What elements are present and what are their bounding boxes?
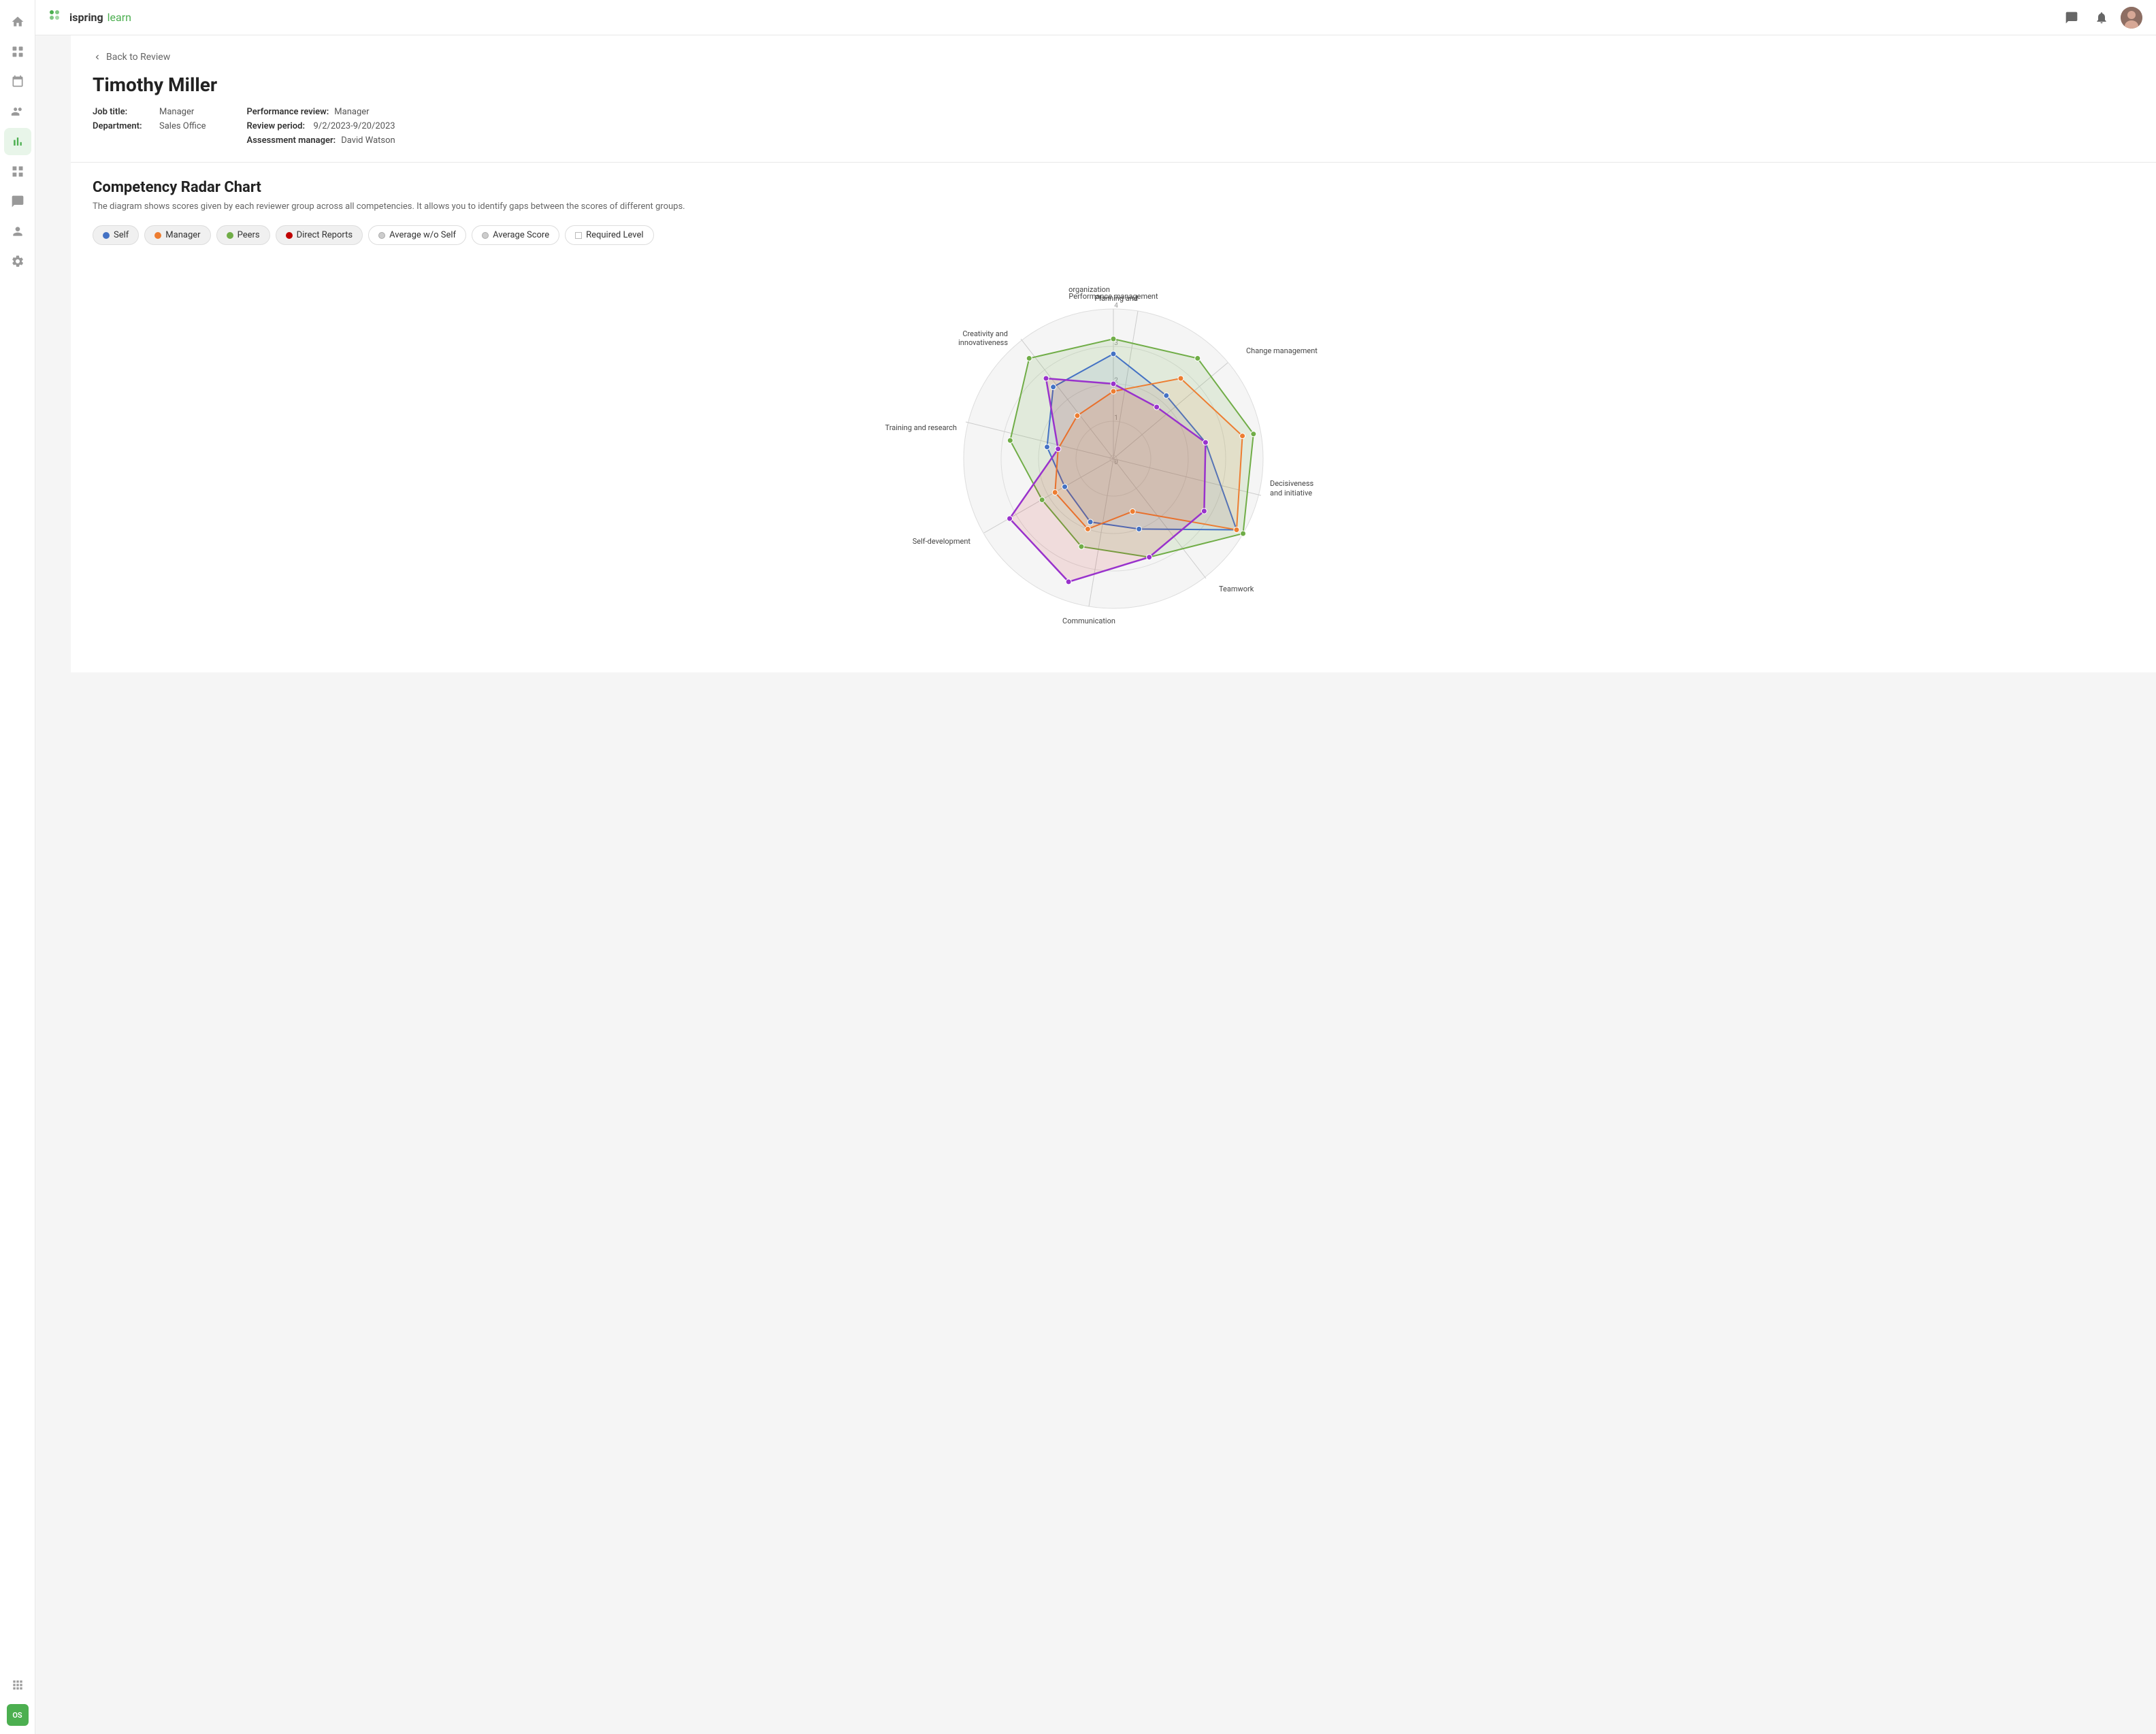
required-level-label: Required Level [586, 230, 643, 240]
legend-required-level[interactable]: Required Level [565, 225, 653, 245]
self-label: Self [114, 230, 129, 240]
radar-chart-container: 4 3 2 1 0 Performance management [93, 261, 2134, 656]
sidebar-user-avatar[interactable]: OS [7, 1704, 29, 1726]
svg-text:and initiative: and initiative [1270, 489, 1312, 497]
bell-button[interactable] [2091, 7, 2112, 29]
sidebar-item-team[interactable] [4, 218, 31, 245]
sidebar-item-apps[interactable] [4, 1671, 31, 1699]
topbar-right [2061, 7, 2142, 29]
ispring-logo-icon [49, 10, 65, 26]
sidebar-bottom: OS [4, 1671, 31, 1726]
back-arrow-icon [93, 52, 102, 62]
performance-review-value: Manager [334, 107, 369, 117]
manager-label: Manager [165, 230, 200, 240]
sidebar-item-home[interactable] [4, 8, 31, 35]
department-row: Department: Sales Office [93, 121, 206, 131]
svg-text:Teamwork: Teamwork [1219, 585, 1254, 593]
legend-direct-reports[interactable]: Direct Reports [276, 225, 363, 245]
legend-avg-wo-self[interactable]: Average w/o Self [368, 225, 466, 245]
legend-manager[interactable]: Manager [144, 225, 210, 245]
legend-self[interactable]: Self [93, 225, 139, 245]
svg-text:innovativeness: innovativeness [958, 338, 1008, 347]
department-label: Department: [93, 121, 154, 131]
review-period-label: Review period: [247, 121, 308, 131]
chat-button[interactable] [2061, 7, 2082, 29]
performance-review-row: Performance review: Manager [247, 107, 395, 117]
direct-reports-label: Direct Reports [297, 230, 353, 240]
assessment-manager-value: David Watson [341, 135, 395, 146]
svg-text:organization: organization [1068, 285, 1110, 294]
legend-row: Self Manager Peers Direct Reports Averag… [93, 225, 2134, 245]
app-name: ispring [69, 11, 103, 24]
assessment-manager-label: Assessment manager: [247, 135, 336, 146]
svg-text:Decisiveness: Decisiveness [1270, 479, 1314, 488]
avg-score-dot [482, 232, 489, 239]
user-avatar-image [2121, 7, 2142, 29]
chart-description: The diagram shows scores given by each r… [93, 201, 2134, 212]
chart-title: Competency Radar Chart [93, 179, 2134, 196]
sidebar-item-analytics[interactable] [4, 128, 31, 155]
detail-group-left: Job title: Manager Department: Sales Off… [93, 107, 206, 146]
review-period-row: Review period: 9/2/2023-9/20/2023 [247, 121, 395, 131]
sidebar-item-reports[interactable] [4, 38, 31, 65]
radar-chart: 4 3 2 1 0 Performance management [882, 261, 1345, 656]
peers-dot [227, 232, 233, 239]
direct-reports-dot [286, 232, 293, 239]
bell-icon [2095, 11, 2108, 24]
svg-text:Self-development: Self-development [913, 537, 971, 546]
sidebar-item-users[interactable] [4, 98, 31, 125]
sidebar-item-settings[interactable] [4, 248, 31, 275]
app-name-colored: learn [108, 11, 131, 24]
job-title-label: Job title: [93, 107, 154, 117]
sidebar-item-comments[interactable] [4, 188, 31, 215]
svg-text:Creativity and: Creativity and [962, 329, 1008, 338]
department-value: Sales Office [159, 121, 206, 131]
svg-text:Training and research: Training and research [885, 423, 957, 432]
performance-review-label: Performance review: [247, 107, 329, 117]
app-logo: ispring learn [49, 10, 131, 26]
sidebar: OS [0, 0, 35, 1734]
avg-wo-self-dot [378, 232, 385, 239]
back-navigation[interactable]: Back to Review [93, 52, 2134, 63]
profile-name: Timothy Miller [93, 73, 2134, 96]
detail-group-right: Performance review: Manager Review perio… [247, 107, 395, 146]
svg-text:4: 4 [1114, 302, 1118, 310]
sidebar-item-grid[interactable] [4, 158, 31, 185]
profile-details: Job title: Manager Department: Sales Off… [93, 107, 2134, 146]
chat-icon [2065, 11, 2078, 24]
back-nav-label: Back to Review [106, 52, 170, 63]
assessment-manager-row: Assessment manager: David Watson [247, 135, 395, 146]
sidebar-item-calendar[interactable] [4, 68, 31, 95]
topbar: ispring learn [35, 0, 2156, 35]
avg-score-label: Average Score [493, 230, 549, 240]
job-title-row: Job title: Manager [93, 107, 206, 117]
svg-text:Communication: Communication [1062, 617, 1115, 625]
self-dot [103, 232, 110, 239]
avg-wo-self-label: Average w/o Self [389, 230, 456, 240]
job-title-value: Manager [159, 107, 194, 117]
section-divider [71, 162, 2156, 163]
required-level-square [575, 232, 582, 239]
user-avatar[interactable] [2121, 7, 2142, 29]
review-period-value: 9/2/2023-9/20/2023 [314, 121, 395, 131]
main-content: Back to Review Timothy Miller Job title:… [71, 35, 2156, 1734]
svg-text:Change management: Change management [1246, 346, 1318, 355]
svg-text:Planning and: Planning and [1094, 294, 1138, 303]
legend-peers[interactable]: Peers [216, 225, 270, 245]
manager-dot [154, 232, 161, 239]
peers-label: Peers [238, 230, 260, 240]
legend-avg-score[interactable]: Average Score [472, 225, 559, 245]
content-area: Back to Review Timothy Miller Job title:… [71, 35, 2156, 672]
